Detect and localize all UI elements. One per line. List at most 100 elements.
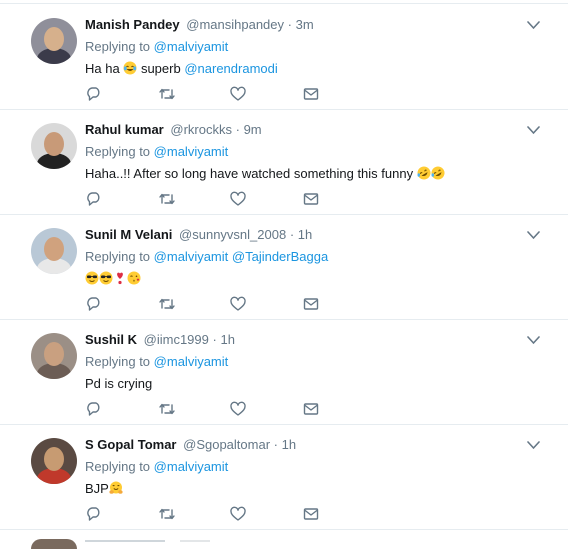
avatar-face [44, 132, 64, 156]
reply-icon[interactable] [85, 86, 103, 102]
tweet-actions [85, 191, 325, 207]
tweet-header: Manish Pandey @mansihpandey · 3m [85, 17, 314, 33]
avatar[interactable] [31, 123, 77, 169]
mention-link[interactable]: @TajinderBagga [232, 249, 328, 264]
tweet-reply[interactable]: Rahul kumar @rkrockks · 9m Replying to @… [0, 109, 568, 215]
separator-dot: · [212, 332, 217, 347]
tweet-text-part: Pd is crying [85, 376, 153, 391]
retweet-icon[interactable] [158, 506, 176, 522]
tweet-header: Rahul kumar @rkrockks · 9m [85, 122, 262, 138]
like-icon[interactable] [229, 191, 247, 207]
tweet-text-part: BJP [85, 481, 109, 496]
face-blowing-a-kiss-icon [127, 271, 141, 285]
timestamp[interactable]: 1h [220, 332, 234, 347]
tweet-text-part: Ha ha [85, 61, 120, 76]
separator-dot: · [289, 227, 295, 242]
retweet-icon[interactable] [158, 191, 176, 207]
replying-prefix: Replying to [85, 459, 151, 474]
retweet-icon[interactable] [158, 86, 176, 102]
tweet-text: Ha ha superb @narendramodi [85, 60, 278, 78]
direct-message-icon[interactable] [302, 401, 320, 417]
like-icon[interactable] [229, 506, 247, 522]
separator-dot: · [235, 122, 240, 137]
replying-to-line: Replying to @malviyamit @TajinderBagga [85, 249, 328, 265]
tweet-reply[interactable]: Sunil M Velani @sunnyvsnl_2008 · 1h Repl… [0, 214, 568, 320]
user-name[interactable]: Sushil K [85, 332, 137, 347]
avatar-face [44, 27, 64, 51]
avatar-face [44, 237, 64, 261]
replying-prefix: Replying to [85, 354, 151, 369]
rolling-on-floor-laughing-icon [431, 166, 445, 180]
heavy-heart-exclamation-icon [117, 272, 123, 285]
avatar-face [44, 342, 64, 366]
separator-dot: · [287, 17, 292, 32]
tweet-actions [85, 506, 325, 522]
chevron-down-icon[interactable] [527, 230, 540, 240]
like-icon[interactable] [229, 296, 247, 312]
mention-link[interactable]: @malviyamit [154, 39, 229, 54]
reply-icon[interactable] [85, 506, 103, 522]
like-icon[interactable] [229, 86, 247, 102]
user-handle[interactable]: @mansihpandey [186, 17, 284, 32]
rolling-on-floor-laughing-icon [417, 166, 431, 180]
avatar[interactable] [31, 18, 77, 64]
next-tweet-handle [180, 540, 210, 542]
retweet-icon[interactable] [158, 296, 176, 312]
timestamp[interactable]: 3m [296, 17, 314, 32]
timestamp[interactable]: 1h [298, 227, 312, 242]
direct-message-icon[interactable] [302, 191, 320, 207]
chevron-down-icon[interactable] [527, 335, 540, 345]
avatar[interactable] [31, 228, 77, 274]
tweet-header: Sunil M Velani @sunnyvsnl_2008 · 1h [85, 227, 312, 243]
separator-dot: · [273, 437, 278, 452]
tweet-text-part: Haha..!! After so long have watched some… [85, 166, 414, 181]
replying-to-line: Replying to @malviyamit [85, 144, 228, 160]
direct-message-icon[interactable] [302, 506, 320, 522]
chevron-down-icon[interactable] [527, 20, 540, 30]
reply-icon[interactable] [85, 191, 103, 207]
timestamp[interactable]: 1h [282, 437, 296, 452]
mention-link[interactable]: @malviyamit [154, 459, 229, 474]
tweet-reply[interactable]: S Gopal Tomar @Sgopaltomar · 1h Replying… [0, 424, 568, 530]
next-tweet-peek [0, 531, 568, 549]
chevron-down-icon[interactable] [527, 125, 540, 135]
user-name[interactable]: Sunil M Velani [85, 227, 172, 242]
user-name[interactable]: S Gopal Tomar [85, 437, 177, 452]
next-tweet-header [85, 540, 165, 542]
tweet-actions [85, 296, 325, 312]
replying-to-line: Replying to @malviyamit [85, 354, 228, 370]
tweet-reply[interactable]: Sushil K @iimc1999 · 1h Replying to @mal… [0, 319, 568, 425]
reply-icon[interactable] [85, 401, 103, 417]
tweet-reply[interactable]: Manish Pandey @mansihpandey · 3m Replyin… [0, 4, 568, 110]
tweet-header: S Gopal Tomar @Sgopaltomar · 1h [85, 437, 296, 453]
like-icon[interactable] [229, 401, 247, 417]
tweet-text: BJP [85, 480, 123, 498]
smiling-face-with-sunglasses-icon [99, 271, 113, 285]
user-name[interactable]: Manish Pandey [85, 17, 180, 32]
tweet-text-part: superb [140, 61, 181, 76]
reply-icon[interactable] [85, 296, 103, 312]
direct-message-icon[interactable] [302, 296, 320, 312]
retweet-icon[interactable] [158, 401, 176, 417]
mention-link[interactable]: @narendramodi [184, 61, 277, 76]
replying-prefix: Replying to [85, 144, 151, 159]
user-name[interactable]: Rahul kumar [85, 122, 164, 137]
avatar[interactable] [31, 438, 77, 484]
mention-link[interactable]: @malviyamit [154, 144, 229, 159]
tweet-text [85, 270, 141, 288]
user-handle[interactable]: @Sgopaltomar [183, 437, 270, 452]
mention-link[interactable]: @malviyamit [154, 354, 229, 369]
mention-link[interactable]: @malviyamit [154, 249, 229, 264]
user-handle[interactable]: @rkrockks [170, 122, 232, 137]
user-handle[interactable]: @sunnyvsnl_2008 [179, 227, 286, 242]
replying-to-line: Replying to @malviyamit [85, 39, 228, 55]
tweet-actions [85, 86, 325, 102]
tweet-text: Pd is crying [85, 375, 152, 393]
chevron-down-icon[interactable] [527, 440, 540, 450]
tweet-text: Haha..!! After so long have watched some… [85, 165, 445, 183]
user-handle[interactable]: @iimc1999 [144, 332, 209, 347]
avatar[interactable] [31, 333, 77, 379]
direct-message-icon[interactable] [302, 86, 320, 102]
timestamp[interactable]: 9m [244, 122, 262, 137]
replying-prefix: Replying to [85, 39, 151, 54]
